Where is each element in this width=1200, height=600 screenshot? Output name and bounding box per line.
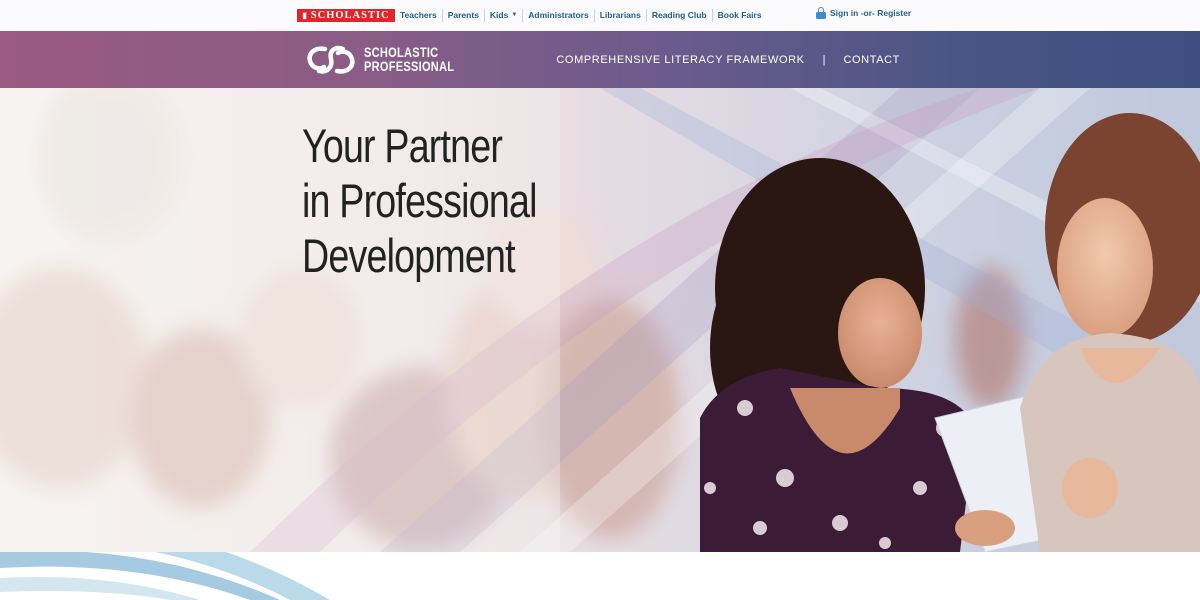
main-nav: COMPREHENSIVE LITERACY FRAMEWORK | CONTA… — [556, 54, 900, 66]
headline-line-3: Development — [302, 229, 516, 282]
book-icon: ▮ — [302, 11, 308, 20]
nav-link-reading-club[interactable]: Reading Club — [645, 9, 712, 22]
hero-headline: Your Partner in Professional Development — [302, 118, 595, 283]
hero-photo — [0, 88, 1200, 552]
signin-text: Sign in -or- Register — [830, 7, 912, 18]
logo-line-2: PROFESSIONAL — [364, 59, 455, 74]
nav-contact[interactable]: CONTACT — [843, 54, 900, 66]
utility-bar: ▮ SCHOLASTIC Teachers Parents Kids ▼ Adm… — [0, 0, 1200, 31]
nav-link-book-fairs[interactable]: Book Fairs — [711, 9, 767, 22]
decorative-swoosh — [0, 552, 330, 600]
nav-link-librarians[interactable]: Librarians — [593, 9, 646, 22]
chevron-down-icon: ▼ — [511, 12, 518, 18]
scholastic-logo-text: SCHOLASTIC — [310, 10, 390, 21]
nav-link-administrators[interactable]: Administrators — [522, 9, 593, 22]
site-header: SCHOLASTIC PROFESSIONAL COMPREHENSIVE LI… — [0, 31, 1200, 88]
logo-wordmark: SCHOLASTIC PROFESSIONAL — [364, 46, 454, 74]
nav-link-parents[interactable]: Parents — [441, 9, 484, 22]
signin-link[interactable]: Sign in -or- Register — [816, 6, 911, 19]
scholastic-professional-logo[interactable]: SCHOLASTIC PROFESSIONAL — [305, 43, 474, 77]
headline-line-2: in Professional — [302, 174, 537, 227]
hero-banner: Your Partner in Professional Development — [0, 88, 1200, 552]
nav-link-teachers[interactable]: Teachers — [400, 9, 442, 22]
nav-separator: | — [822, 54, 826, 66]
nav-link-kids[interactable]: Kids ▼ — [483, 9, 522, 22]
lock-icon — [816, 6, 826, 19]
sp-logo-icon — [307, 45, 355, 74]
utility-nav: Teachers Parents Kids ▼ Administrators L… — [400, 9, 767, 22]
nav-comprehensive-literacy-framework[interactable]: COMPREHENSIVE LITERACY FRAMEWORK — [556, 54, 804, 66]
nav-link-kids-label: Kids — [489, 10, 509, 20]
headline-line-1: Your Partner — [302, 119, 503, 172]
scholastic-logo[interactable]: ▮ SCHOLASTIC — [297, 9, 395, 22]
logo-line-1: SCHOLASTIC — [364, 45, 439, 60]
